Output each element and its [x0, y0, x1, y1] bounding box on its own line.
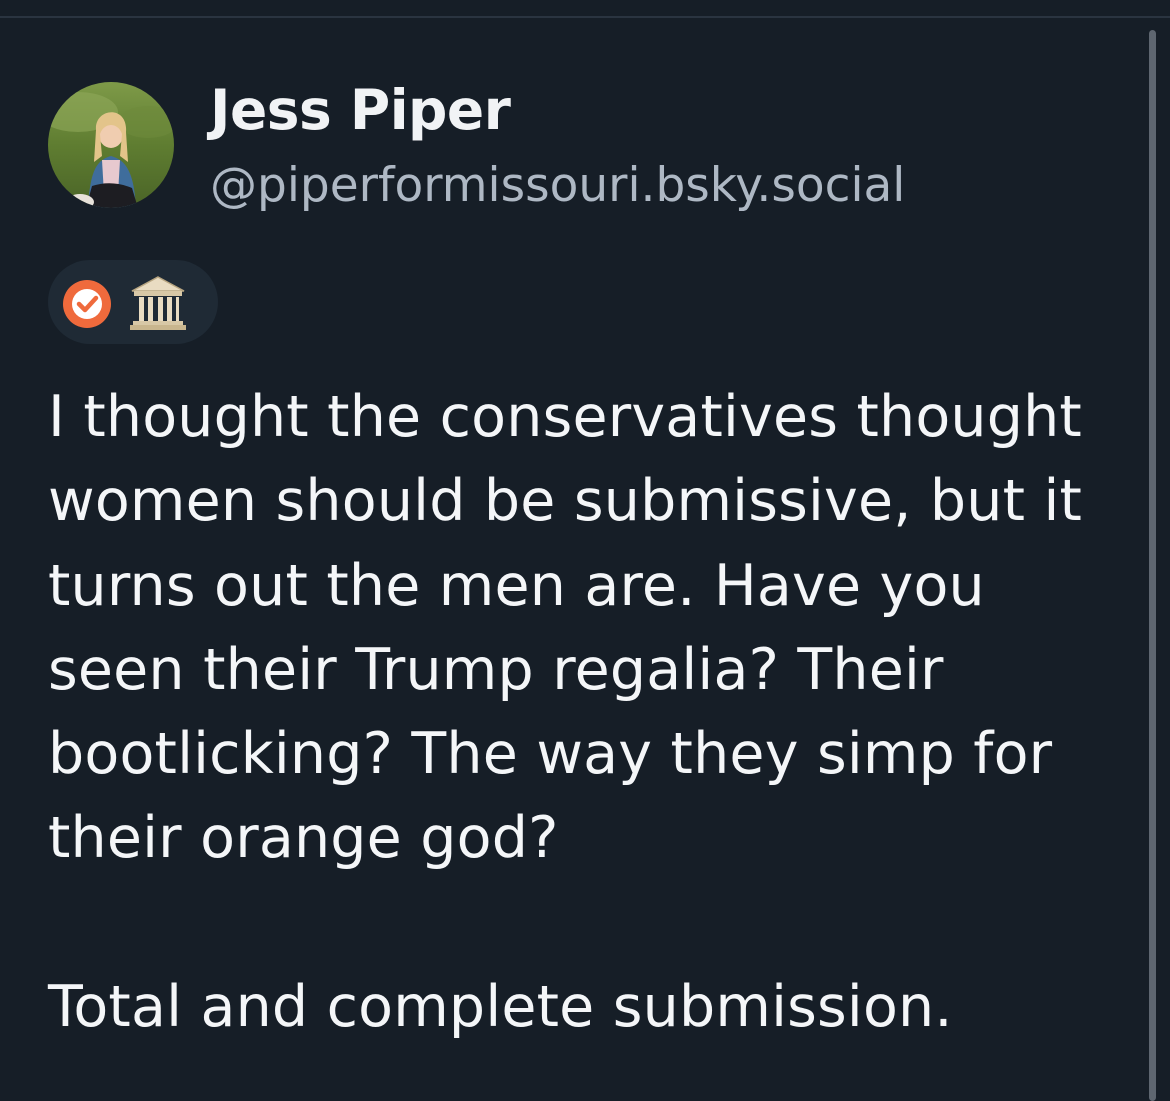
post-text-line: women should be submissive, but it: [48, 468, 1083, 535]
post-text-line: seen their Trump regalia? Their: [48, 636, 944, 703]
post-text-line: bootlicking? The way they simp for: [48, 721, 1053, 788]
post-text-line: their orange god?: [48, 805, 559, 872]
post-text-line: turns out the men are. Have you: [48, 552, 985, 619]
author-display-name[interactable]: Jess Piper: [210, 74, 511, 146]
top-divider: [0, 16, 1170, 18]
post-text-line: Total and complete submission.: [48, 974, 953, 1041]
classical-building-icon: [130, 276, 186, 330]
post-text-blank-line: [48, 881, 1138, 965]
scrollbar-thumb[interactable]: [1149, 30, 1156, 1101]
author-handle[interactable]: @piperformissouri.bsky.social: [210, 153, 905, 219]
avatar-photo: [48, 82, 174, 208]
verified-check-icon: [63, 280, 111, 328]
post-text: I thought the conservatives thought wome…: [48, 375, 1138, 1049]
badge-pill[interactable]: [48, 260, 218, 344]
avatar[interactable]: [48, 82, 174, 208]
post-text-line: I thought the conservatives thought: [48, 384, 1082, 450]
